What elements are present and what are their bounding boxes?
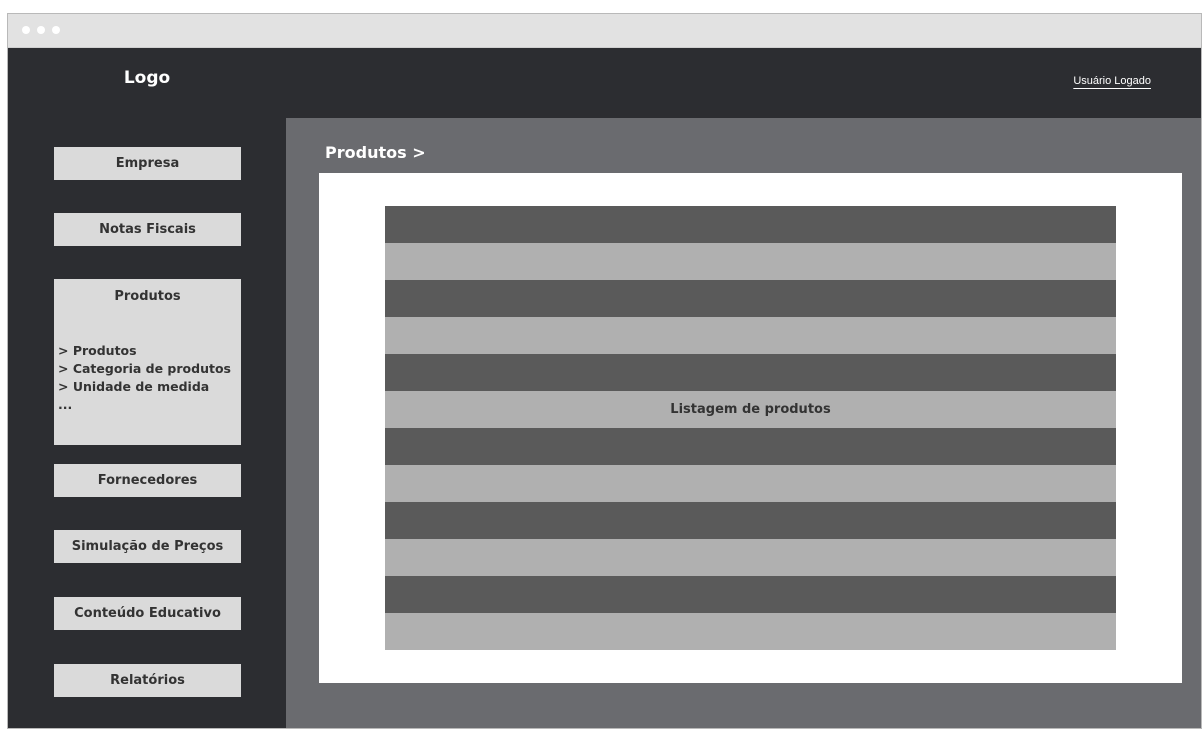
main-content: Produtos > Listagem de produtos: [286, 118, 1201, 728]
window-control-dot[interactable]: [37, 26, 45, 34]
table-row[interactable]: [385, 280, 1116, 317]
submenu-item-unidade-de-medida[interactable]: > Unidade de medida: [58, 378, 231, 396]
sidebar-item-label: Conteúdo Educativo: [74, 606, 221, 621]
table-row[interactable]: [385, 243, 1116, 280]
logo: Logo: [123, 68, 171, 88]
sidebar-item-label: Simulação de Preços: [71, 539, 224, 554]
sidebar-item-label: Notas Fiscais: [99, 222, 196, 237]
window-control-dot[interactable]: [52, 26, 60, 34]
sidebar-item-relatorios[interactable]: Relatórios: [54, 664, 241, 697]
breadcrumb: Produtos >: [325, 143, 426, 162]
content-panel: Listagem de produtos: [319, 173, 1182, 683]
app-header: Logo Usuário Logado: [8, 48, 1201, 118]
table-placeholder-label: Listagem de produtos: [670, 402, 831, 417]
submenu-item-categoria-de-produtos[interactable]: > Categoria de produtos: [58, 360, 231, 378]
table-row[interactable]: [385, 317, 1116, 354]
logged-user-link[interactable]: Usuário Logado: [1073, 75, 1151, 87]
sidebar-item-label: Fornecedores: [97, 473, 198, 488]
browser-window: Logo Usuário Logado Empresa Notas Fiscai…: [7, 13, 1202, 729]
sidebar-item-produtos[interactable]: Produtos > Produtos > Categoria de produ…: [54, 279, 241, 445]
sidebar-item-label: Empresa: [115, 156, 180, 171]
sidebar-item-empresa[interactable]: Empresa: [54, 147, 241, 180]
table-row[interactable]: [385, 465, 1116, 502]
sidebar-item-label: Relatórios: [110, 673, 185, 688]
table-row[interactable]: [385, 613, 1116, 650]
table-row[interactable]: [385, 354, 1116, 391]
table-row[interactable]: [385, 539, 1116, 576]
produtos-submenu: > Produtos > Categoria de produtos > Uni…: [58, 342, 231, 414]
window-titlebar: [8, 14, 1201, 48]
table-row[interactable]: [385, 428, 1116, 465]
submenu-item-more[interactable]: ...: [58, 396, 231, 414]
sidebar-item-label: Produtos: [114, 289, 181, 304]
sidebar-item-simulacao-de-precos[interactable]: Simulação de Preços: [54, 530, 241, 563]
sidebar: Empresa Notas Fiscais Produtos > Produto…: [8, 118, 286, 728]
submenu-item-produtos[interactable]: > Produtos: [58, 342, 231, 360]
sidebar-item-fornecedores[interactable]: Fornecedores: [54, 464, 241, 497]
table-row[interactable]: [385, 502, 1116, 539]
products-table: Listagem de produtos: [385, 206, 1116, 650]
table-row[interactable]: [385, 206, 1116, 243]
window-control-dot[interactable]: [22, 26, 30, 34]
table-row[interactable]: [385, 576, 1116, 613]
sidebar-item-conteudo-educativo[interactable]: Conteúdo Educativo: [54, 597, 241, 630]
sidebar-item-notas-fiscais[interactable]: Notas Fiscais: [54, 213, 241, 246]
